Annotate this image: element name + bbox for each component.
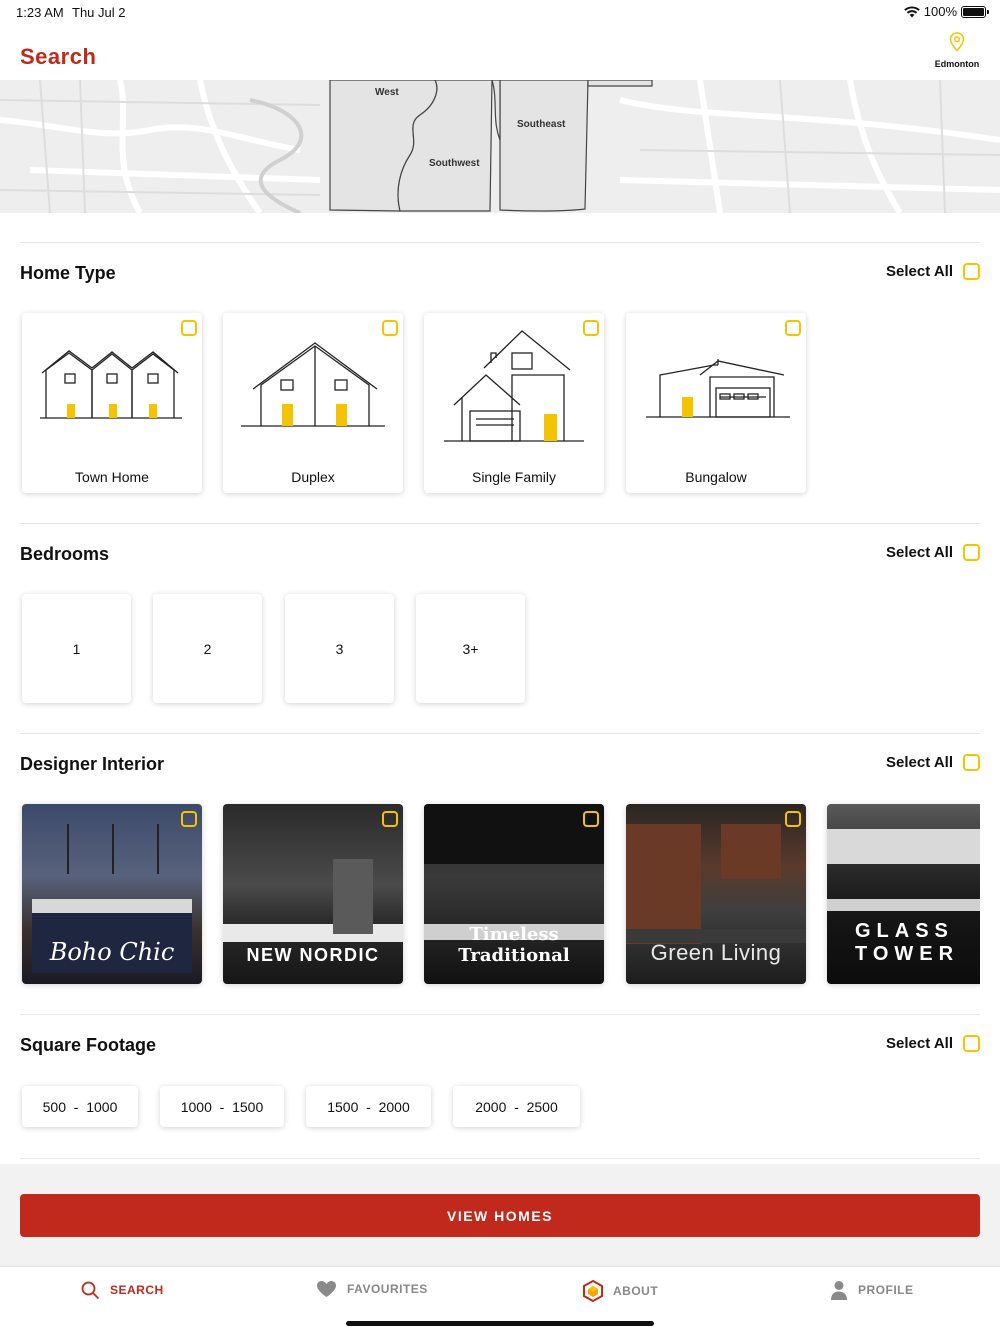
select-all-checkbox[interactable] bbox=[963, 754, 980, 771]
home-indicator bbox=[346, 1321, 654, 1326]
sqft-label: 1500 - 2000 bbox=[327, 1098, 410, 1115]
divider bbox=[20, 242, 980, 243]
select-all-label: Select All bbox=[886, 544, 953, 561]
interior-card-glass-tower[interactable]: GLASS TOWER bbox=[827, 804, 980, 984]
select-all-checkbox[interactable] bbox=[963, 263, 980, 280]
map-label-southwest: Southwest bbox=[429, 158, 480, 169]
tab-favourites[interactable]: FAVOURITES bbox=[316, 1280, 428, 1298]
bedroom-label: 3 bbox=[335, 640, 344, 657]
bedroom-option-2[interactable]: 2 bbox=[153, 594, 262, 703]
header: Search Edmonton bbox=[0, 24, 1000, 80]
select-all-label: Select All bbox=[886, 754, 953, 771]
interior-label: GLASS TOWER bbox=[855, 920, 960, 965]
tab-label: ABOUT bbox=[613, 1284, 659, 1298]
card-checkbox[interactable] bbox=[583, 811, 599, 827]
hexagon-logo-icon bbox=[583, 1280, 603, 1302]
interior-card-timeless-traditional[interactable]: Timeless Traditional bbox=[424, 804, 604, 984]
card-label: Town Home bbox=[75, 469, 149, 485]
select-all-label: Select All bbox=[886, 1035, 953, 1052]
sqft-option-1000-1500[interactable]: 1000 - 1500 bbox=[160, 1086, 284, 1127]
sqft-option-500-1000[interactable]: 500 - 1000 bbox=[22, 1086, 138, 1127]
divider bbox=[20, 733, 980, 734]
townhome-icon bbox=[40, 350, 182, 419]
tab-label: FAVOURITES bbox=[347, 1282, 428, 1296]
bedroom-option-3[interactable]: 3 bbox=[285, 594, 394, 703]
interior-card-green-living[interactable]: Green Living bbox=[626, 804, 806, 984]
battery-icon bbox=[961, 5, 989, 18]
tab-search[interactable]: SEARCH bbox=[80, 1280, 164, 1300]
card-checkbox[interactable] bbox=[382, 811, 398, 827]
tab-label: PROFILE bbox=[858, 1283, 914, 1297]
location-label: Edmonton bbox=[934, 59, 980, 69]
interior-carousel[interactable]: Boho Chic NEW NORDIC Timeless Traditiona… bbox=[0, 794, 980, 994]
status-date: Thu Jul 2 bbox=[72, 5, 126, 20]
card-label: Duplex bbox=[291, 469, 335, 485]
interior-label: Green Living bbox=[650, 940, 782, 965]
interior-card-new-nordic[interactable]: NEW NORDIC bbox=[223, 804, 403, 984]
sqft-option-1500-2000[interactable]: 1500 - 2000 bbox=[306, 1086, 431, 1127]
home-type-select-all[interactable]: Select All bbox=[886, 263, 980, 280]
map-label-west: West bbox=[375, 87, 399, 98]
duplex-icon bbox=[241, 342, 385, 427]
sqft-label: 1000 - 1500 bbox=[180, 1098, 264, 1115]
home-type-card-bungalow[interactable]: Bungalow bbox=[626, 313, 806, 493]
home-type-title: Home Type bbox=[20, 263, 116, 283]
status-bar: 1:23 AM Thu Jul 2 100% bbox=[0, 0, 1000, 24]
bedroom-label: 1 bbox=[72, 640, 81, 657]
battery-percent: 100% bbox=[923, 4, 957, 19]
tab-about[interactable]: ABOUT bbox=[583, 1280, 658, 1302]
location-pin-icon bbox=[949, 32, 965, 52]
map-background: West Southeast Southwest bbox=[0, 80, 1000, 213]
bungalow-icon bbox=[646, 359, 790, 418]
divider bbox=[20, 523, 980, 524]
bedroom-label: 3+ bbox=[462, 640, 479, 657]
divider bbox=[20, 1014, 980, 1015]
home-type-card-duplex[interactable]: Duplex bbox=[223, 313, 403, 493]
card-checkbox[interactable] bbox=[181, 811, 197, 827]
square-footage-title: Square Footage bbox=[20, 1035, 157, 1055]
single-family-icon bbox=[444, 330, 584, 442]
designer-interior-title: Designer Interior bbox=[20, 754, 165, 774]
interior-label: Boho Chic bbox=[49, 938, 175, 966]
home-type-card-single-family[interactable]: Single Family bbox=[424, 313, 604, 493]
sqft-option-2000-2500[interactable]: 2000 - 2500 bbox=[453, 1086, 580, 1127]
bedrooms-select-all[interactable]: Select All bbox=[886, 544, 980, 561]
bedroom-option-1[interactable]: 1 bbox=[22, 594, 131, 703]
heart-icon bbox=[317, 1281, 336, 1297]
bottom-action-panel: VIEW HOMES bbox=[0, 1164, 1000, 1266]
map-label-southeast: Southeast bbox=[517, 119, 566, 130]
region-map[interactable]: West Southeast Southwest bbox=[0, 80, 1000, 213]
tab-bar: SEARCH FAVOURITES ABOUT PROFILE bbox=[0, 1266, 1000, 1334]
location-selector[interactable]: Edmonton bbox=[932, 32, 982, 69]
wifi-icon bbox=[903, 5, 920, 17]
bedrooms-title: Bedrooms bbox=[20, 544, 110, 564]
interior-card-boho-chic[interactable]: Boho Chic bbox=[22, 804, 202, 984]
select-all-checkbox[interactable] bbox=[963, 1035, 980, 1052]
interior-label: Timeless Traditional bbox=[458, 924, 570, 966]
home-type-card-townhome[interactable]: Town Home bbox=[22, 313, 202, 493]
card-label: Single Family bbox=[471, 469, 557, 485]
tab-profile[interactable]: PROFILE bbox=[830, 1280, 914, 1300]
page-title: Search bbox=[20, 44, 97, 69]
sqft-label: 2000 - 2500 bbox=[475, 1098, 558, 1115]
select-all-checkbox[interactable] bbox=[963, 544, 980, 561]
divider bbox=[20, 1158, 980, 1159]
person-icon bbox=[831, 1281, 847, 1300]
view-homes-button[interactable]: VIEW HOMES bbox=[20, 1194, 980, 1237]
designer-interior-select-all[interactable]: Select All bbox=[886, 754, 980, 771]
card-checkbox[interactable] bbox=[785, 811, 801, 827]
search-icon bbox=[81, 1281, 99, 1299]
bedroom-label: 2 bbox=[203, 640, 212, 657]
select-all-label: Select All bbox=[886, 263, 953, 280]
status-right: 100% bbox=[903, 4, 989, 19]
status-time: 1:23 AM bbox=[16, 5, 64, 20]
sqft-label: 500 - 1000 bbox=[42, 1098, 118, 1115]
square-footage-select-all[interactable]: Select All bbox=[886, 1035, 980, 1052]
interior-label: NEW NORDIC bbox=[246, 945, 380, 965]
bedroom-option-3plus[interactable]: 3+ bbox=[416, 594, 525, 703]
tab-label: SEARCH bbox=[110, 1283, 164, 1297]
card-label: Bungalow bbox=[685, 469, 747, 485]
